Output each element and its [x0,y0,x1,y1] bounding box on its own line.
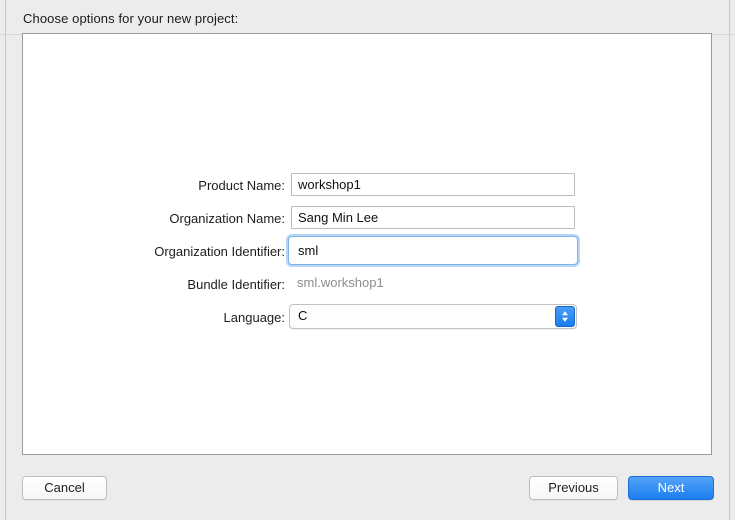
organization-name-input[interactable] [291,206,575,229]
window-left-edge [5,0,6,520]
form-row-organization-identifier: Organization Identifier: [23,236,713,272]
page-title: Choose options for your new project: [23,11,239,26]
bundle-identifier-value: sml.workshop1 [297,275,384,290]
bundle-identifier-label: Bundle Identifier: [187,277,285,292]
cancel-button[interactable]: Cancel [22,476,107,500]
organization-identifier-label: Organization Identifier: [154,244,285,259]
new-project-options-dialog: Choose options for your new project: Pro… [0,0,735,520]
language-select-value: C [298,308,308,323]
product-name-input[interactable] [291,173,575,196]
form-row-bundle-identifier: Bundle Identifier: sml.workshop1 [23,272,713,305]
product-name-label: Product Name: [198,178,285,193]
previous-button[interactable]: Previous [529,476,618,500]
form-row-product-name: Product Name: [23,173,713,206]
language-select[interactable]: C [289,304,577,329]
next-button[interactable]: Next [628,476,714,500]
language-select-box[interactable] [289,304,577,329]
chevron-up-down-icon[interactable] [555,306,575,327]
form-row-organization-name: Organization Name: [23,206,713,239]
options-panel: Product Name: Organization Name: Organiz… [22,33,712,455]
window-right-edge [729,0,730,520]
organization-name-label: Organization Name: [169,211,285,226]
organization-identifier-input[interactable] [288,236,578,265]
project-options-form: Product Name: Organization Name: Organiz… [23,173,713,338]
form-row-language: Language: C [23,304,713,338]
language-label: Language: [223,310,285,325]
